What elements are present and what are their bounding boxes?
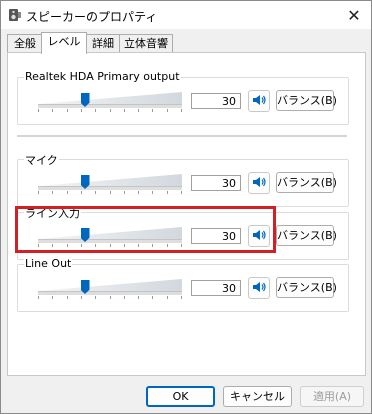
slider-track [38,186,182,190]
volume-ramp [38,174,182,186]
slider-tick [152,109,153,112]
slider-tick [81,191,82,194]
slider-tick [67,109,68,112]
slider-tick [152,296,153,299]
slider-tick [167,191,168,194]
balance-button[interactable]: バランス(B) [276,225,337,246]
volume-ramp [38,92,182,104]
slider-tick [138,191,139,194]
slider-tick [167,296,168,299]
slider-tick [52,296,53,299]
slider-tick [181,109,182,112]
apply-button[interactable]: 適用(A) [300,386,364,407]
device-group-realtek: Realtek HDA Primary output 30 バランス(B) [17,70,349,125]
slider-tick [167,109,168,112]
slider-tick [95,109,96,112]
tab-advanced[interactable]: 詳細 [85,34,121,53]
slider-tick [152,191,153,194]
volume-value-field[interactable]: 30 [191,93,241,109]
mute-button[interactable] [248,172,270,194]
tab-spatial-sound[interactable]: 立体音響 [119,34,173,53]
slider-tick [124,109,125,112]
device-label: Realtek HDA Primary output [24,70,181,83]
speaker-icon [252,176,266,191]
tab-levels[interactable]: レベル [41,32,87,54]
slider-tick [52,109,53,112]
slider-tick [38,191,39,194]
slider-tick [124,296,125,299]
slider-tick [181,296,182,299]
speaker-icon [252,94,266,109]
close-icon: ✕ [347,5,361,25]
slider-tick [67,191,68,194]
slider-tick [95,296,96,299]
volume-ramp [38,279,182,291]
speaker-properties-icon [8,8,22,22]
highlight-box [15,206,276,253]
slider-tick [138,296,139,299]
slider-tick [95,191,96,194]
device-label: Line Out [24,257,73,270]
balance-button[interactable]: バランス(B) [276,172,337,193]
properties-dialog: スピーカーのプロパティ ✕ 全般 レベル 詳細 立体音響 Realtek HDA… [0,0,372,414]
tab-general[interactable]: 全般 [7,34,43,53]
title-bar: スピーカーのプロパティ ✕ [1,1,371,29]
mute-button[interactable] [248,90,270,112]
volume-slider[interactable] [38,90,182,112]
slider-tick [138,109,139,112]
slider-tick [67,296,68,299]
ok-button[interactable]: OK [146,386,215,407]
balance-button[interactable]: バランス(B) [276,277,337,298]
slider-track [38,104,182,108]
separator [17,135,347,137]
slider-tick [110,109,111,112]
close-button[interactable]: ✕ [337,1,371,29]
balance-button[interactable]: バランス(B) [276,90,337,111]
slider-tick [110,296,111,299]
speaker-icon [252,281,266,296]
slider-tick [181,191,182,194]
volume-slider[interactable] [38,172,182,194]
cancel-button[interactable]: キャンセル [223,386,292,407]
slider-tick [81,296,82,299]
slider-track [38,291,182,295]
slider-tick [110,191,111,194]
slider-tick [38,109,39,112]
slider-tick [38,296,39,299]
slider-tick [124,191,125,194]
volume-slider[interactable] [38,277,182,299]
slider-tick [81,109,82,112]
window-title: スピーカーのプロパティ [26,10,158,24]
volume-value-field[interactable]: 30 [191,175,241,191]
volume-value-field[interactable]: 30 [191,280,241,296]
levels-panel: Realtek HDA Primary output 30 バランス(B) マイ… [7,52,366,376]
mute-button[interactable] [248,277,270,299]
device-label: マイク [24,152,59,168]
device-group-mic: マイク 30 バランス(B) [17,152,349,207]
slider-tick [52,191,53,194]
device-group-line-out: Line Out 30 バランス(B) [17,257,349,312]
